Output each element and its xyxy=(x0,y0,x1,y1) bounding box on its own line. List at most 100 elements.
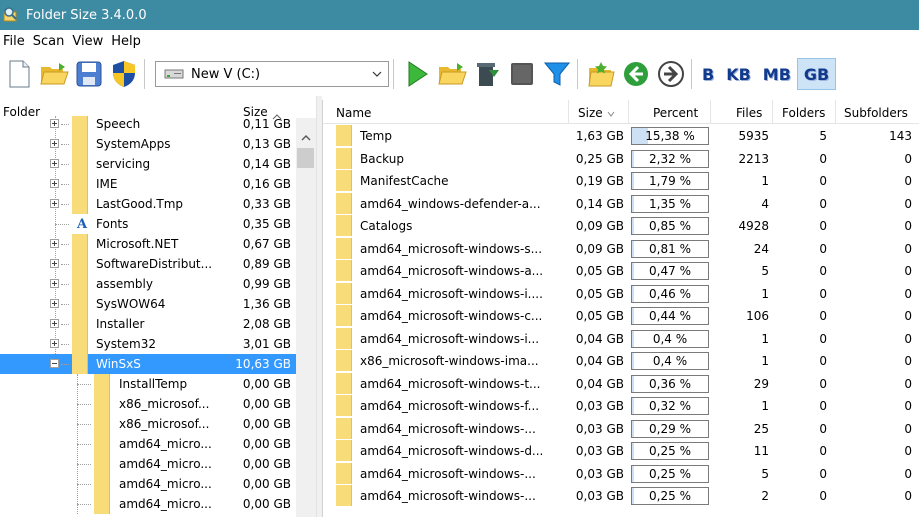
scan-folder-button[interactable] xyxy=(436,58,468,90)
list-row[interactable]: amd64_microsoft-windows-d... 0,03 GB 0,25 … xyxy=(323,439,919,461)
column-divider[interactable] xyxy=(568,100,569,124)
delete-button[interactable] xyxy=(471,58,503,90)
tree-item[interactable]: x86_microsof... 0,00 GB xyxy=(0,394,296,414)
unit-mb-button[interactable]: MB xyxy=(757,58,797,90)
tree-item[interactable]: SysWOW64 1,36 GB xyxy=(0,294,296,314)
tree-item[interactable]: IME 0,16 GB xyxy=(0,174,296,194)
tree-item[interactable]: amd64_micro... 0,00 GB xyxy=(0,454,296,474)
column-header-files[interactable]: Files xyxy=(736,106,762,120)
list-item-subfolders: 0 xyxy=(904,264,912,278)
list-row[interactable]: amd64_microsoft-windows-t... 0,04 GB 0,36 … xyxy=(323,372,919,394)
favorites-button[interactable] xyxy=(585,58,617,90)
list-item-folders: 5 xyxy=(819,129,827,143)
stop-button[interactable] xyxy=(506,58,538,90)
percent-bar: 0,47 % xyxy=(631,262,709,280)
tree-scrollbar[interactable] xyxy=(296,118,316,517)
drive-dropdown[interactable]: New V (C:) xyxy=(155,61,389,87)
tree-item[interactable]: A Fonts 0,35 GB xyxy=(0,214,296,234)
folder-list-pane: Name Size Percent Files Folders Subfolde… xyxy=(322,100,919,517)
open-button[interactable] xyxy=(38,58,70,90)
list-row[interactable]: Catalogs 0,09 GB 0,85 % 4928 0 0 xyxy=(323,214,919,236)
column-header-folders[interactable]: Folders xyxy=(782,106,825,120)
scrollbar-thumb[interactable] xyxy=(297,148,314,168)
tree-item[interactable]: Speech 0,11 GB xyxy=(0,116,296,134)
collapse-icon[interactable] xyxy=(50,359,59,368)
tree-item[interactable]: SystemApps 0,13 GB xyxy=(0,134,296,154)
column-divider[interactable] xyxy=(710,100,711,124)
list-row[interactable]: amd64_microsoft-windows-c... 0,05 GB 0,44 … xyxy=(323,304,919,326)
column-header-subfolders[interactable]: Subfolders xyxy=(844,106,908,120)
tree-item[interactable]: LastGood.Tmp 0,33 GB xyxy=(0,194,296,214)
tree-item[interactable]: WinSxS 10,63 GB xyxy=(0,354,296,374)
scan-button[interactable] xyxy=(401,58,433,90)
list-row[interactable]: amd64_microsoft-windows-i... 0,04 GB 0,4 %… xyxy=(323,327,919,349)
menu-view[interactable]: View xyxy=(69,34,108,49)
expand-icon[interactable] xyxy=(50,319,59,328)
list-row[interactable]: amd64_microsoft-windows-... 0,03 GB 0,25 %… xyxy=(323,484,919,506)
folder-icon xyxy=(94,414,110,434)
expand-icon[interactable] xyxy=(50,119,59,128)
unit-gb-button[interactable]: GB xyxy=(796,58,837,90)
column-divider[interactable] xyxy=(628,100,629,124)
expand-icon[interactable] xyxy=(50,179,59,188)
list-item-name: amd64_microsoft-windows-f... xyxy=(360,399,540,413)
list-row[interactable]: amd64_microsoft-windows-a... 0,05 GB 0,47 … xyxy=(323,259,919,281)
tree-item-size: 0,16 GB xyxy=(242,177,291,191)
tree-item-size: 0,13 GB xyxy=(242,137,291,151)
admin-button[interactable] xyxy=(108,58,140,90)
unit-kb-button[interactable]: KB xyxy=(720,58,757,90)
tree-item[interactable]: assembly 0,99 GB xyxy=(0,274,296,294)
unit-b-button[interactable]: B xyxy=(696,58,720,90)
save-button[interactable] xyxy=(73,58,105,90)
forward-button[interactable] xyxy=(655,58,687,90)
list-row[interactable]: amd64_microsoft-windows-... 0,03 GB 0,25 %… xyxy=(323,462,919,484)
column-divider[interactable] xyxy=(835,100,836,124)
list-row[interactable]: amd64_microsoft-windows-i.... 0,05 GB 0,46… xyxy=(323,282,919,304)
percent-value: 15,38 % xyxy=(645,129,695,143)
tree-item[interactable]: Installer 2,08 GB xyxy=(0,314,296,334)
back-button[interactable] xyxy=(620,58,652,90)
list-row[interactable]: amd64_microsoft-windows-... 0,03 GB 0,29 %… xyxy=(323,417,919,439)
new-button[interactable] xyxy=(3,58,35,90)
favorite-icon xyxy=(588,62,615,87)
list-row[interactable]: x86_microsoft-windows-ima... 0,04 GB 0,4 %… xyxy=(323,349,919,371)
column-header-percent[interactable]: Percent xyxy=(653,106,698,120)
expand-icon[interactable] xyxy=(50,199,59,208)
tree-item[interactable]: amd64_micro... 0,00 GB xyxy=(0,474,296,494)
list-row[interactable]: ManifestCache 0,19 GB 1,79 % 1 0 0 xyxy=(323,169,919,191)
menu-help[interactable]: Help xyxy=(108,34,146,49)
expand-icon[interactable] xyxy=(50,259,59,268)
filter-button[interactable] xyxy=(541,58,573,90)
list-item-subfolders: 0 xyxy=(904,489,912,503)
tree-item[interactable]: servicing 0,14 GB xyxy=(0,154,296,174)
tree-item[interactable]: amd64_micro... 0,00 GB xyxy=(0,434,296,454)
scroll-up-icon[interactable] xyxy=(301,130,311,141)
expand-icon[interactable] xyxy=(50,279,59,288)
list-row[interactable]: Temp 1,63 GB 15,38 % 5935 5 143 xyxy=(323,124,919,146)
folder-icon xyxy=(72,294,88,314)
expand-icon[interactable] xyxy=(50,339,59,348)
expand-icon[interactable] xyxy=(50,299,59,308)
percent-bar: 0,4 % xyxy=(631,352,709,370)
tree-item[interactable]: amd64_micro... 0,00 GB xyxy=(0,494,296,514)
tree-item[interactable]: Microsoft.NET 0,67 GB xyxy=(0,234,296,254)
tree-guide-line xyxy=(61,144,69,145)
menu-scan[interactable]: Scan xyxy=(30,34,70,49)
list-row[interactable]: amd64_microsoft-windows-s... 0,09 GB 0,81 … xyxy=(323,237,919,259)
expand-icon[interactable] xyxy=(50,139,59,148)
column-header-name[interactable]: Name xyxy=(336,106,371,120)
list-item-subfolders: 0 xyxy=(904,309,912,323)
list-row[interactable]: amd64_microsoft-windows-f... 0,03 GB 0,32 … xyxy=(323,394,919,416)
menu-file[interactable]: File xyxy=(0,34,30,49)
list-item-size: 0,05 GB xyxy=(575,309,624,323)
expand-icon[interactable] xyxy=(50,239,59,248)
tree-item[interactable]: SoftwareDistribut... 0,89 GB xyxy=(0,254,296,274)
expand-icon[interactable] xyxy=(50,159,59,168)
column-header-size[interactable]: Size xyxy=(578,106,615,120)
tree-item[interactable]: System32 3,01 GB xyxy=(0,334,296,354)
column-divider[interactable] xyxy=(772,100,773,124)
list-row[interactable]: amd64_windows-defender-a... 0,14 GB 1,35 %… xyxy=(323,192,919,214)
list-row[interactable]: Backup 0,25 GB 2,32 % 2213 0 0 xyxy=(323,147,919,169)
tree-item[interactable]: InstallTemp 0,00 GB xyxy=(0,374,296,394)
tree-item[interactable]: x86_microsof... 0,00 GB xyxy=(0,414,296,434)
